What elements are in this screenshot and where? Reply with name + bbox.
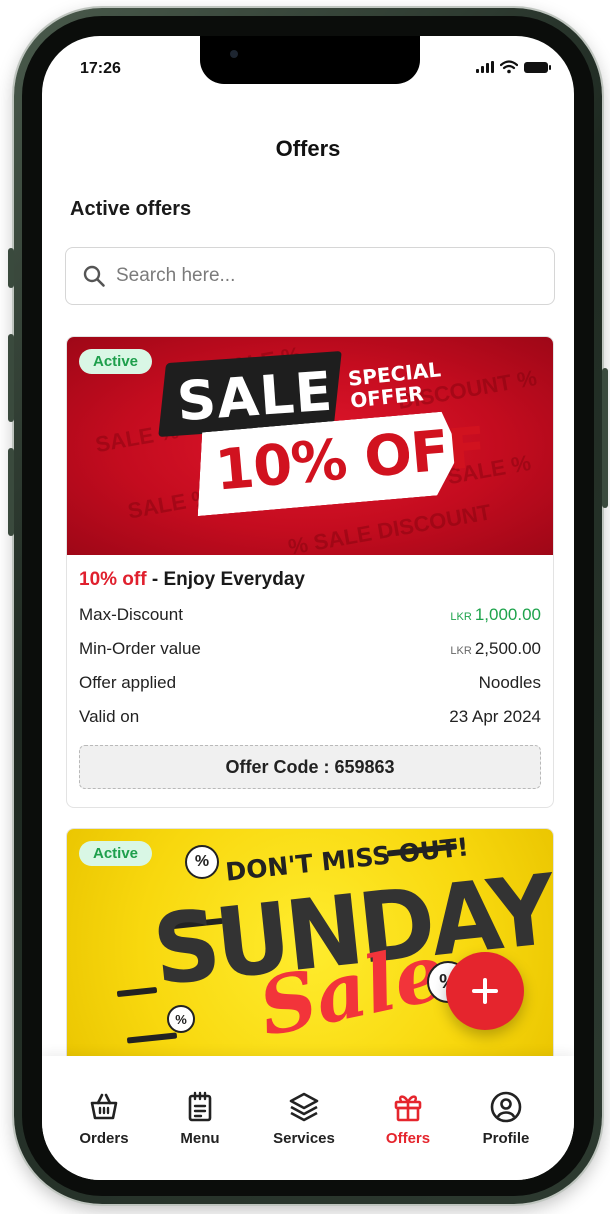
- offer-row-min-order: Min-Order value LKR 2,500.00: [79, 639, 541, 659]
- row-value: LKR 2,500.00: [450, 639, 541, 658]
- offer-details: 10% off - Enjoy Everyday Max-Discount LK…: [67, 555, 553, 789]
- percent-icon: %: [185, 845, 219, 879]
- add-offer-button[interactable]: [446, 952, 524, 1030]
- camera: [230, 50, 238, 58]
- decor-dash: [126, 1032, 178, 1044]
- nav-item-services[interactable]: Services: [254, 1090, 354, 1147]
- nav-label: Offers: [385, 1130, 431, 1147]
- status-icons: [476, 60, 551, 74]
- power-button: [602, 368, 608, 508]
- nav-item-offers[interactable]: Offers: [358, 1090, 458, 1147]
- clipboard-icon: [188, 1091, 212, 1122]
- row-value: LKR 1,000.00: [450, 605, 541, 624]
- bottom-navigation: Orders Menu Services Offers Profile: [42, 1056, 574, 1180]
- decor-dash: [116, 986, 158, 998]
- row-value: 23 Apr 2024: [449, 707, 541, 726]
- volume-up-button: [8, 334, 14, 422]
- gift-icon: [394, 1095, 422, 1122]
- row-label: Offer applied: [79, 673, 177, 692]
- mute-switch: [8, 248, 14, 288]
- basket-icon: [90, 1093, 118, 1120]
- nav-label: Menu: [180, 1130, 220, 1147]
- offer-card[interactable]: SALE % SALE % OFF DISCOUNT % SALE % % SA…: [66, 336, 554, 808]
- status-time: 17:26: [80, 60, 121, 77]
- cellular-signal-icon: [476, 61, 494, 73]
- wifi-icon: [500, 60, 518, 74]
- search-bar[interactable]: [65, 247, 555, 305]
- search-input[interactable]: [116, 265, 516, 287]
- banner-sale-text: SALE: [174, 359, 335, 434]
- page-title: Offers: [275, 136, 341, 161]
- row-label: Max-Discount: [79, 605, 183, 624]
- offer-headline-discount: 10% off: [79, 569, 147, 590]
- row-label: Min-Order value: [79, 639, 201, 658]
- search-icon: [83, 265, 105, 287]
- battery-icon: [524, 61, 551, 73]
- status-badge: Active: [79, 349, 153, 374]
- offer-headline: 10% off - Enjoy Everyday: [79, 569, 541, 591]
- app-screen: 17:26 Offers Active offers SALE % SALE %…: [42, 36, 574, 1180]
- offer-banner-image: SALE % SALE % OFF DISCOUNT % SALE % % SA…: [67, 337, 553, 555]
- offer-row-applied: Offer applied Noodles: [79, 673, 541, 693]
- status-badge: Active: [79, 841, 153, 866]
- offer-headline-text: - Enjoy Everyday: [151, 569, 305, 590]
- user-circle-icon: [490, 1091, 522, 1123]
- nav-label: Orders: [79, 1130, 129, 1147]
- nav-item-profile[interactable]: Profile: [456, 1090, 556, 1147]
- plus-icon: [472, 978, 498, 1004]
- offer-row-max-discount: Max-Discount LKR 1,000.00: [79, 605, 541, 625]
- percent-icon: %: [167, 1005, 195, 1033]
- nav-item-menu[interactable]: Menu: [150, 1090, 250, 1147]
- layers-icon: [289, 1092, 319, 1122]
- offer-code-box[interactable]: Offer Code : 659863: [79, 745, 541, 789]
- row-label: Valid on: [79, 707, 140, 726]
- nav-item-orders[interactable]: Orders: [54, 1090, 154, 1147]
- nav-label: Profile: [482, 1130, 530, 1147]
- row-value: Noodles: [478, 673, 541, 692]
- offer-row-valid: Valid on 23 Apr 2024: [79, 707, 541, 727]
- notch: [200, 36, 420, 84]
- nav-label: Services: [273, 1130, 335, 1147]
- section-title: Active offers: [70, 198, 192, 220]
- volume-down-button: [8, 448, 14, 536]
